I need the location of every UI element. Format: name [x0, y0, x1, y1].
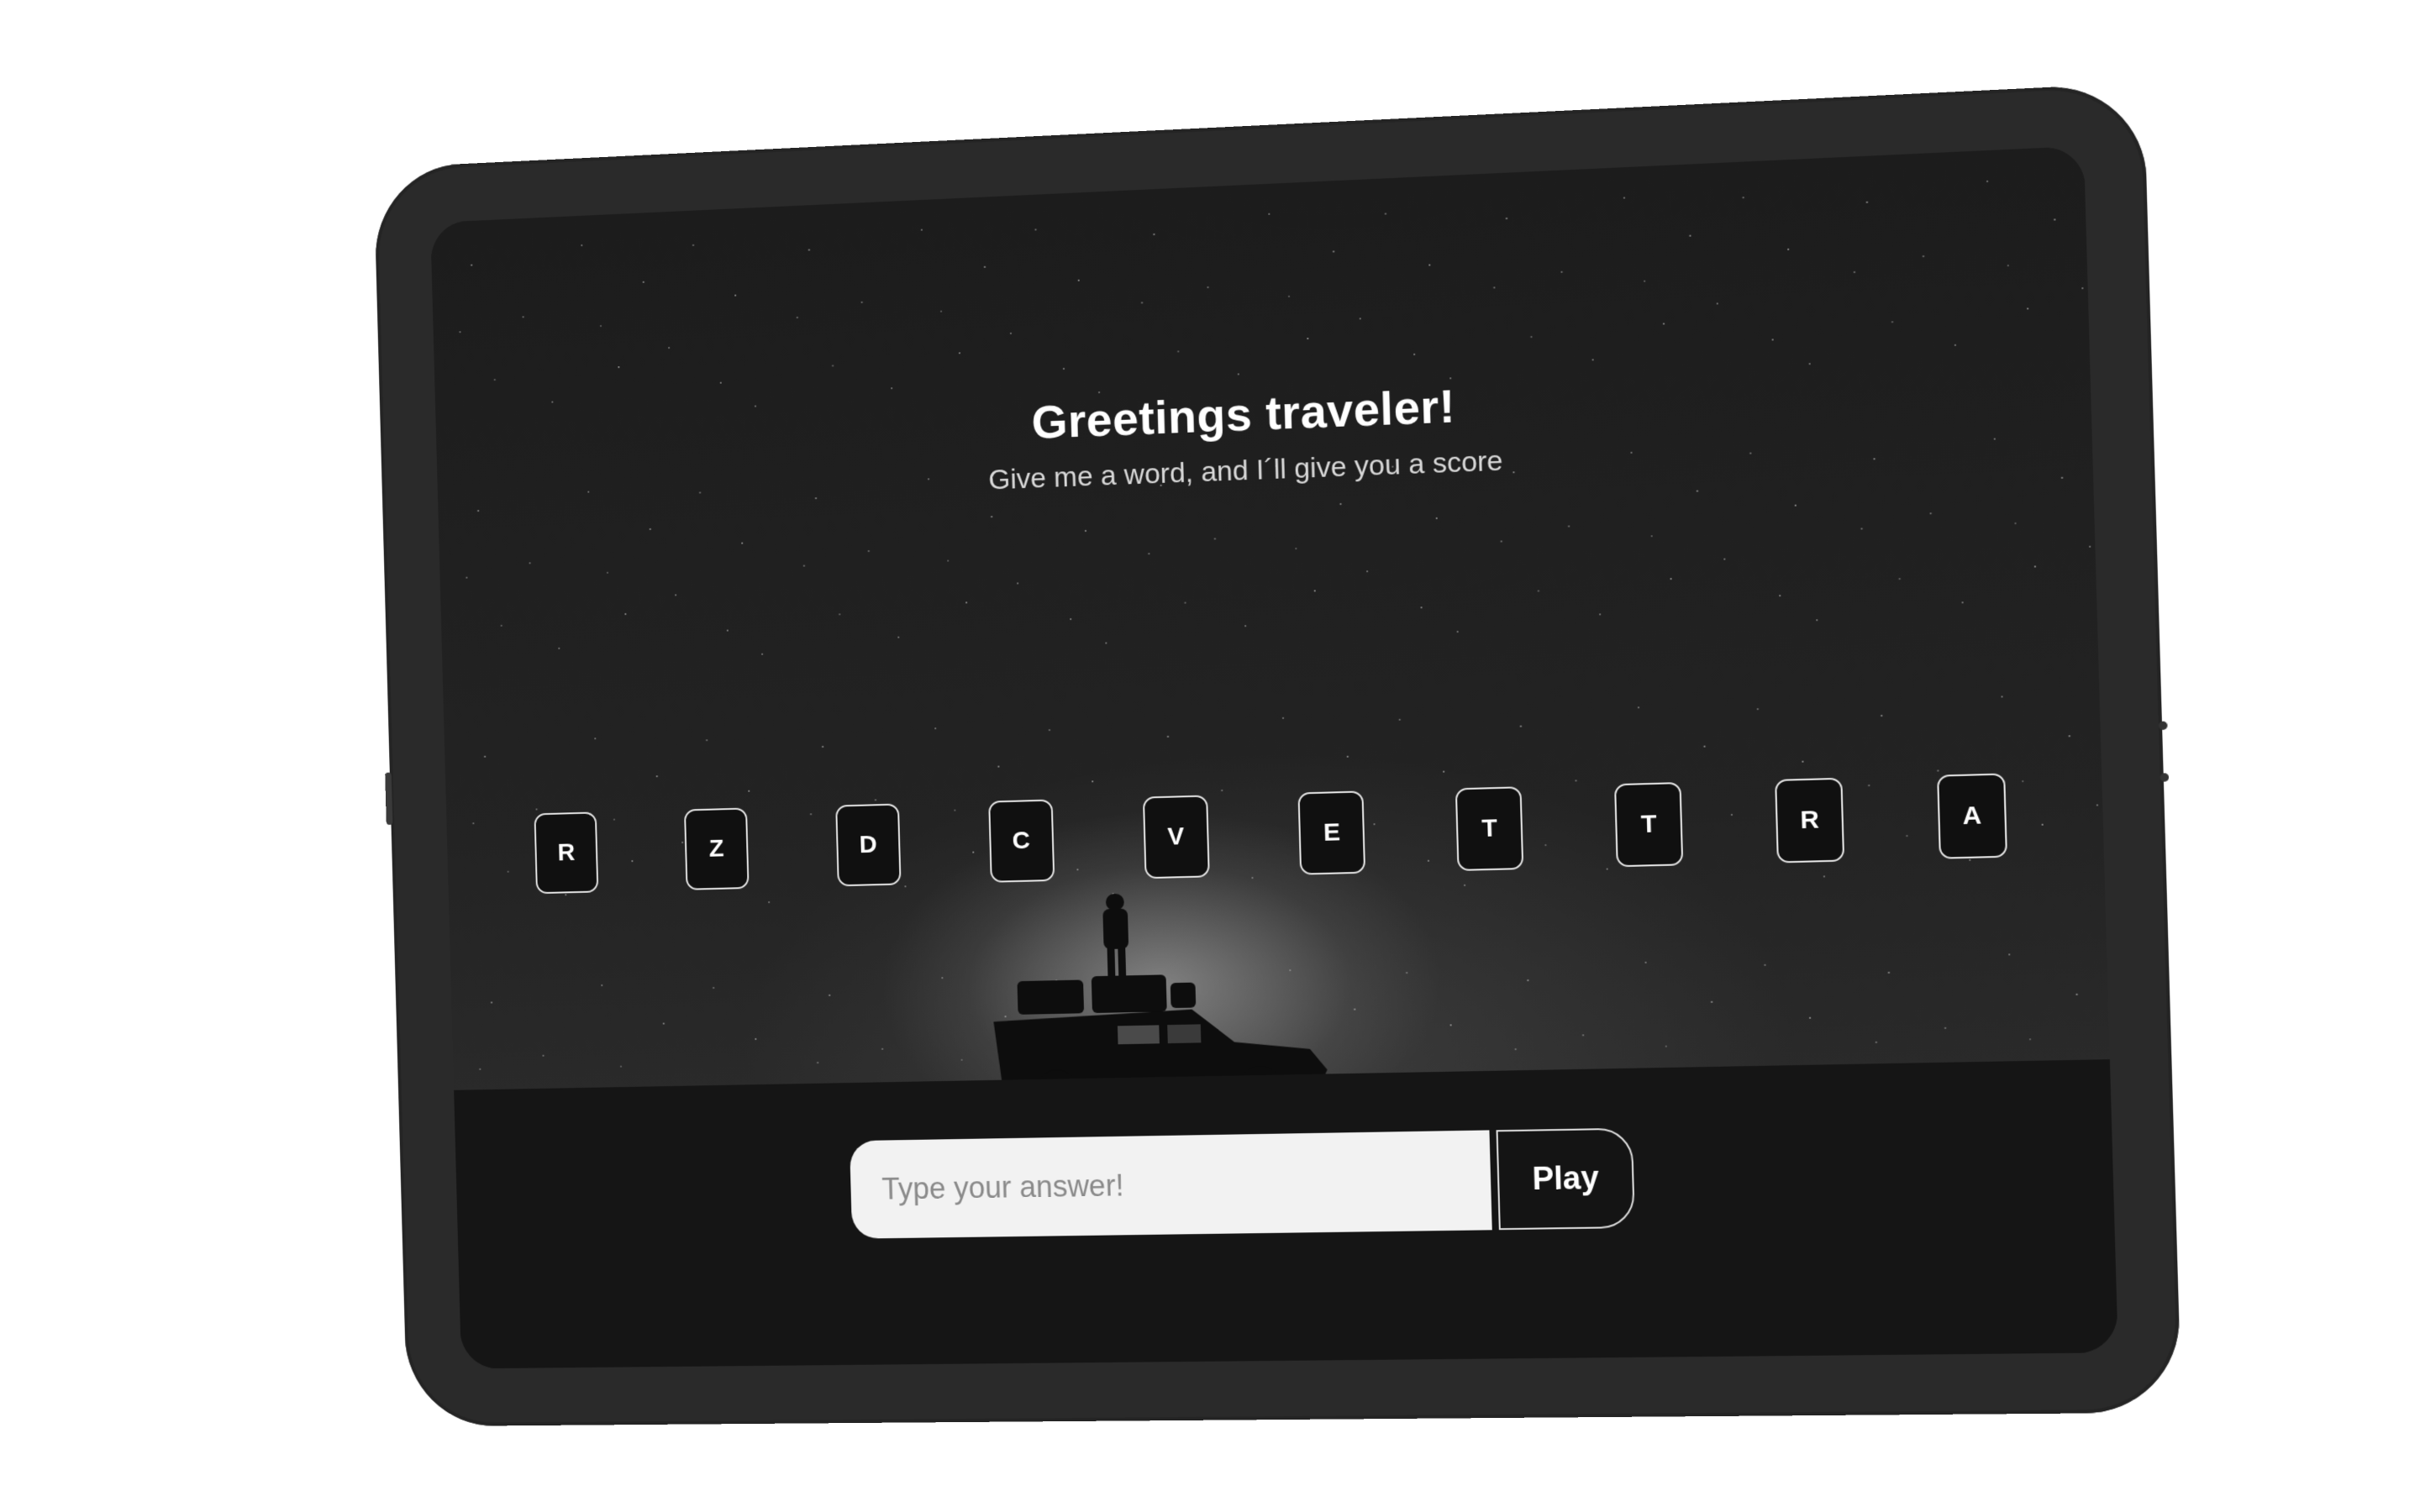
tablet-device: Greetings traveler! Give me a word, and …: [373, 82, 2182, 1427]
letter-tile[interactable]: R: [534, 811, 599, 895]
side-button: [385, 772, 393, 826]
letter-tile[interactable]: A: [1936, 773, 2007, 859]
letter-tile[interactable]: V: [1142, 795, 1210, 879]
answer-input[interactable]: [849, 1130, 1492, 1239]
answer-form: Play: [849, 1127, 1636, 1239]
night-sky-background: [430, 145, 2111, 1107]
mockup-stage: Greetings traveler! Give me a word, and …: [0, 0, 2420, 1512]
letter-tile[interactable]: T: [1614, 782, 1684, 868]
letter-tile[interactable]: E: [1297, 790, 1366, 875]
letter-tile[interactable]: Z: [683, 807, 750, 890]
camera-dot: [2158, 721, 2168, 731]
letter-tile[interactable]: C: [987, 799, 1055, 883]
letter-tile[interactable]: R: [1775, 777, 1845, 864]
play-button[interactable]: Play: [1496, 1127, 1636, 1231]
sensor-dot: [2160, 773, 2170, 782]
tablet-screen: Greetings traveler! Give me a word, and …: [430, 145, 2118, 1369]
vehicle-silhouette-image: [993, 893, 1328, 1105]
letter-tile[interactable]: D: [834, 803, 902, 887]
letter-tile[interactable]: T: [1455, 786, 1524, 871]
